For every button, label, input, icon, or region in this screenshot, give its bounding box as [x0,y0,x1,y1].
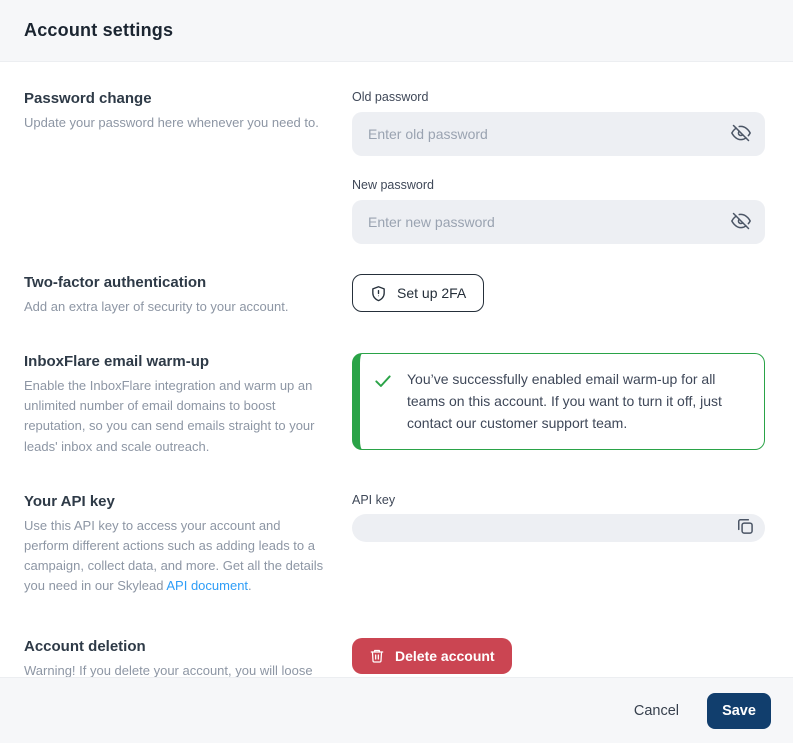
setup-2fa-button-label: Set up 2FA [397,285,466,301]
password-section-fields: Old password [352,90,765,244]
apikey-section-title: Your API key [24,493,328,510]
twofa-section-action: Set up 2FA [352,274,765,312]
warmup-alert-text: You’ve successfully enabled email warm-u… [407,369,746,434]
warmup-section-description: Enable the InboxFlare integration and wa… [24,376,328,457]
apikey-field-label: API key [352,493,765,507]
twofa-section-info: Two-factor authentication Add an extra l… [24,274,352,317]
delete-account-button[interactable]: Delete account [352,638,512,674]
password-section-title: Password change [24,90,328,107]
settings-content: Password change Update your password her… [0,62,793,677]
page-title: Account settings [24,20,173,41]
old-password-input[interactable] [352,112,765,156]
copy-apikey-button[interactable] [734,517,756,539]
page-header: Account settings [0,0,793,62]
check-icon [373,371,393,396]
old-password-group: Old password [352,90,765,156]
section-two-factor: Two-factor authentication Add an extra l… [24,274,765,317]
delete-account-button-label: Delete account [395,648,495,664]
password-section-info: Password change Update your password her… [24,90,352,133]
apikey-section-info: Your API key Use this API key to access … [24,493,352,597]
twofa-section-description: Add an extra layer of security to your a… [24,297,328,317]
api-document-link[interactable]: API document [166,578,248,593]
apikey-description-period: . [248,578,252,593]
deletion-section-action: Delete account [352,638,765,674]
deletion-section-title: Account deletion [24,638,328,655]
apikey-input[interactable] [352,514,765,542]
eye-off-icon [731,123,751,146]
warmup-section-info: InboxFlare email warm-up Enable the Inbo… [24,353,352,457]
twofa-section-title: Two-factor authentication [24,274,328,291]
new-password-visibility-toggle[interactable] [729,210,753,234]
new-password-input[interactable] [352,200,765,244]
new-password-group: New password [352,178,765,244]
new-password-input-wrap [352,200,765,244]
trash-icon [369,648,385,664]
apikey-section-description: Use this API key to access your account … [24,516,328,597]
section-account-deletion: Account deletion Warning! If you delete … [24,638,765,677]
form-actions-bar: Cancel Save [0,677,793,743]
new-password-label: New password [352,178,765,192]
password-section-description: Update your password here whenever you n… [24,113,328,133]
eye-off-icon [731,211,751,234]
section-password-change: Password change Update your password her… [24,90,765,244]
apikey-section-field: API key [352,493,765,542]
deletion-section-description: Warning! If you delete your account, you… [24,661,328,677]
old-password-label: Old password [352,90,765,104]
old-password-input-wrap [352,112,765,156]
section-api-key: Your API key Use this API key to access … [24,493,765,597]
deletion-section-info: Account deletion Warning! If you delete … [24,638,352,677]
warmup-section-title: InboxFlare email warm-up [24,353,328,370]
setup-2fa-button[interactable]: Set up 2FA [352,274,484,312]
copy-icon [735,516,755,539]
old-password-visibility-toggle[interactable] [729,122,753,146]
section-email-warmup: InboxFlare email warm-up Enable the Inbo… [24,353,765,457]
warmup-success-alert: You’ve successfully enabled email warm-u… [352,353,765,450]
save-button[interactable]: Save [707,693,771,729]
shield-alert-icon [370,285,387,302]
cancel-button[interactable]: Cancel [634,703,679,719]
warmup-section-status: You’ve successfully enabled email warm-u… [352,353,765,450]
apikey-input-wrap [352,514,765,542]
